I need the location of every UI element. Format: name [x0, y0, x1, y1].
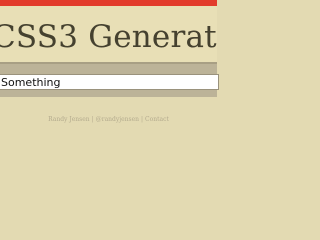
contact-link[interactable]: Contact	[145, 116, 169, 123]
text-input[interactable]	[0, 74, 219, 90]
footer-credits: Randy Jensen | @randyjensen | Contact	[0, 115, 217, 125]
site-header: CSS3 Generator	[0, 6, 217, 62]
author-link[interactable]: Randy Jensen	[48, 116, 90, 123]
divider	[0, 62, 217, 64]
page-title: CSS3 Generator	[0, 19, 217, 55]
twitter-link[interactable]: @randyjensen	[96, 116, 139, 123]
